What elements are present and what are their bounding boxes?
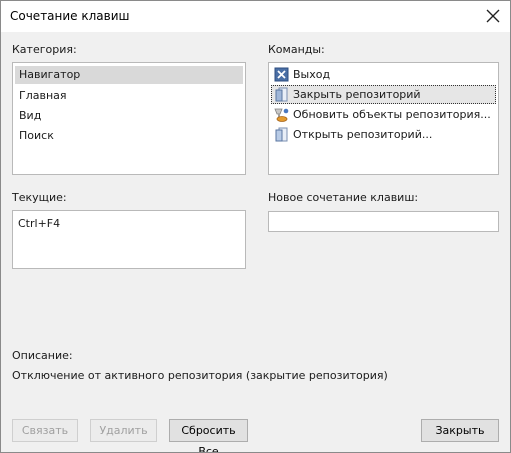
command-label: Открыть репозиторий...	[293, 128, 433, 141]
close-repository-icon	[275, 87, 288, 102]
command-label: Выход	[293, 68, 331, 81]
title-bar: Сочетание клавиш	[1, 1, 510, 32]
commands-label: Команды:	[268, 43, 325, 56]
exit-icon	[274, 67, 289, 82]
command-item[interactable]: Закрыть репозиторий	[271, 85, 496, 104]
description-text: Отключение от активного репозитория (зак…	[12, 369, 388, 382]
current-shortcut[interactable]: Ctrl+F4	[18, 217, 60, 230]
current-shortcuts-list[interactable]: Ctrl+F4	[12, 210, 246, 269]
command-item[interactable]: Обновить объекты репозитория...	[271, 105, 496, 124]
open-repository-icon	[275, 127, 288, 142]
command-item[interactable]: Открыть репозиторий...	[271, 125, 496, 144]
command-label: Обновить объекты репозитория...	[293, 108, 491, 121]
new-shortcut-input[interactable]	[268, 211, 499, 232]
category-label: Категория:	[12, 43, 77, 56]
category-item[interactable]: Главная	[15, 87, 243, 105]
description-label: Описание:	[12, 349, 73, 362]
close-button[interactable]: Закрыть	[421, 419, 499, 442]
category-item[interactable]: Навигатор	[15, 66, 243, 84]
shortcut-dialog: Сочетание клавиш Категория: Навигатор Гл…	[0, 0, 511, 453]
category-item[interactable]: Поиск	[15, 127, 243, 145]
commands-list[interactable]: Выход Закрыть репозиторий Обновить объек…	[268, 62, 499, 175]
command-label: Закрыть репозиторий	[293, 88, 421, 101]
assign-button[interactable]: Связать	[12, 419, 78, 442]
window-title: Сочетание клавиш	[10, 9, 130, 23]
remove-button[interactable]: Удалить	[90, 419, 157, 442]
reset-all-button[interactable]: Сбросить Все	[169, 419, 248, 452]
command-item[interactable]: Выход	[271, 65, 496, 84]
category-list[interactable]: Навигатор Главная Вид Поиск	[12, 62, 246, 175]
refresh-repository-icon	[274, 108, 289, 122]
current-label: Текущие:	[12, 191, 67, 204]
new-shortcut-label: Новое сочетание клавиш:	[268, 191, 419, 204]
close-icon[interactable]	[484, 7, 502, 25]
category-item[interactable]: Вид	[15, 107, 243, 125]
